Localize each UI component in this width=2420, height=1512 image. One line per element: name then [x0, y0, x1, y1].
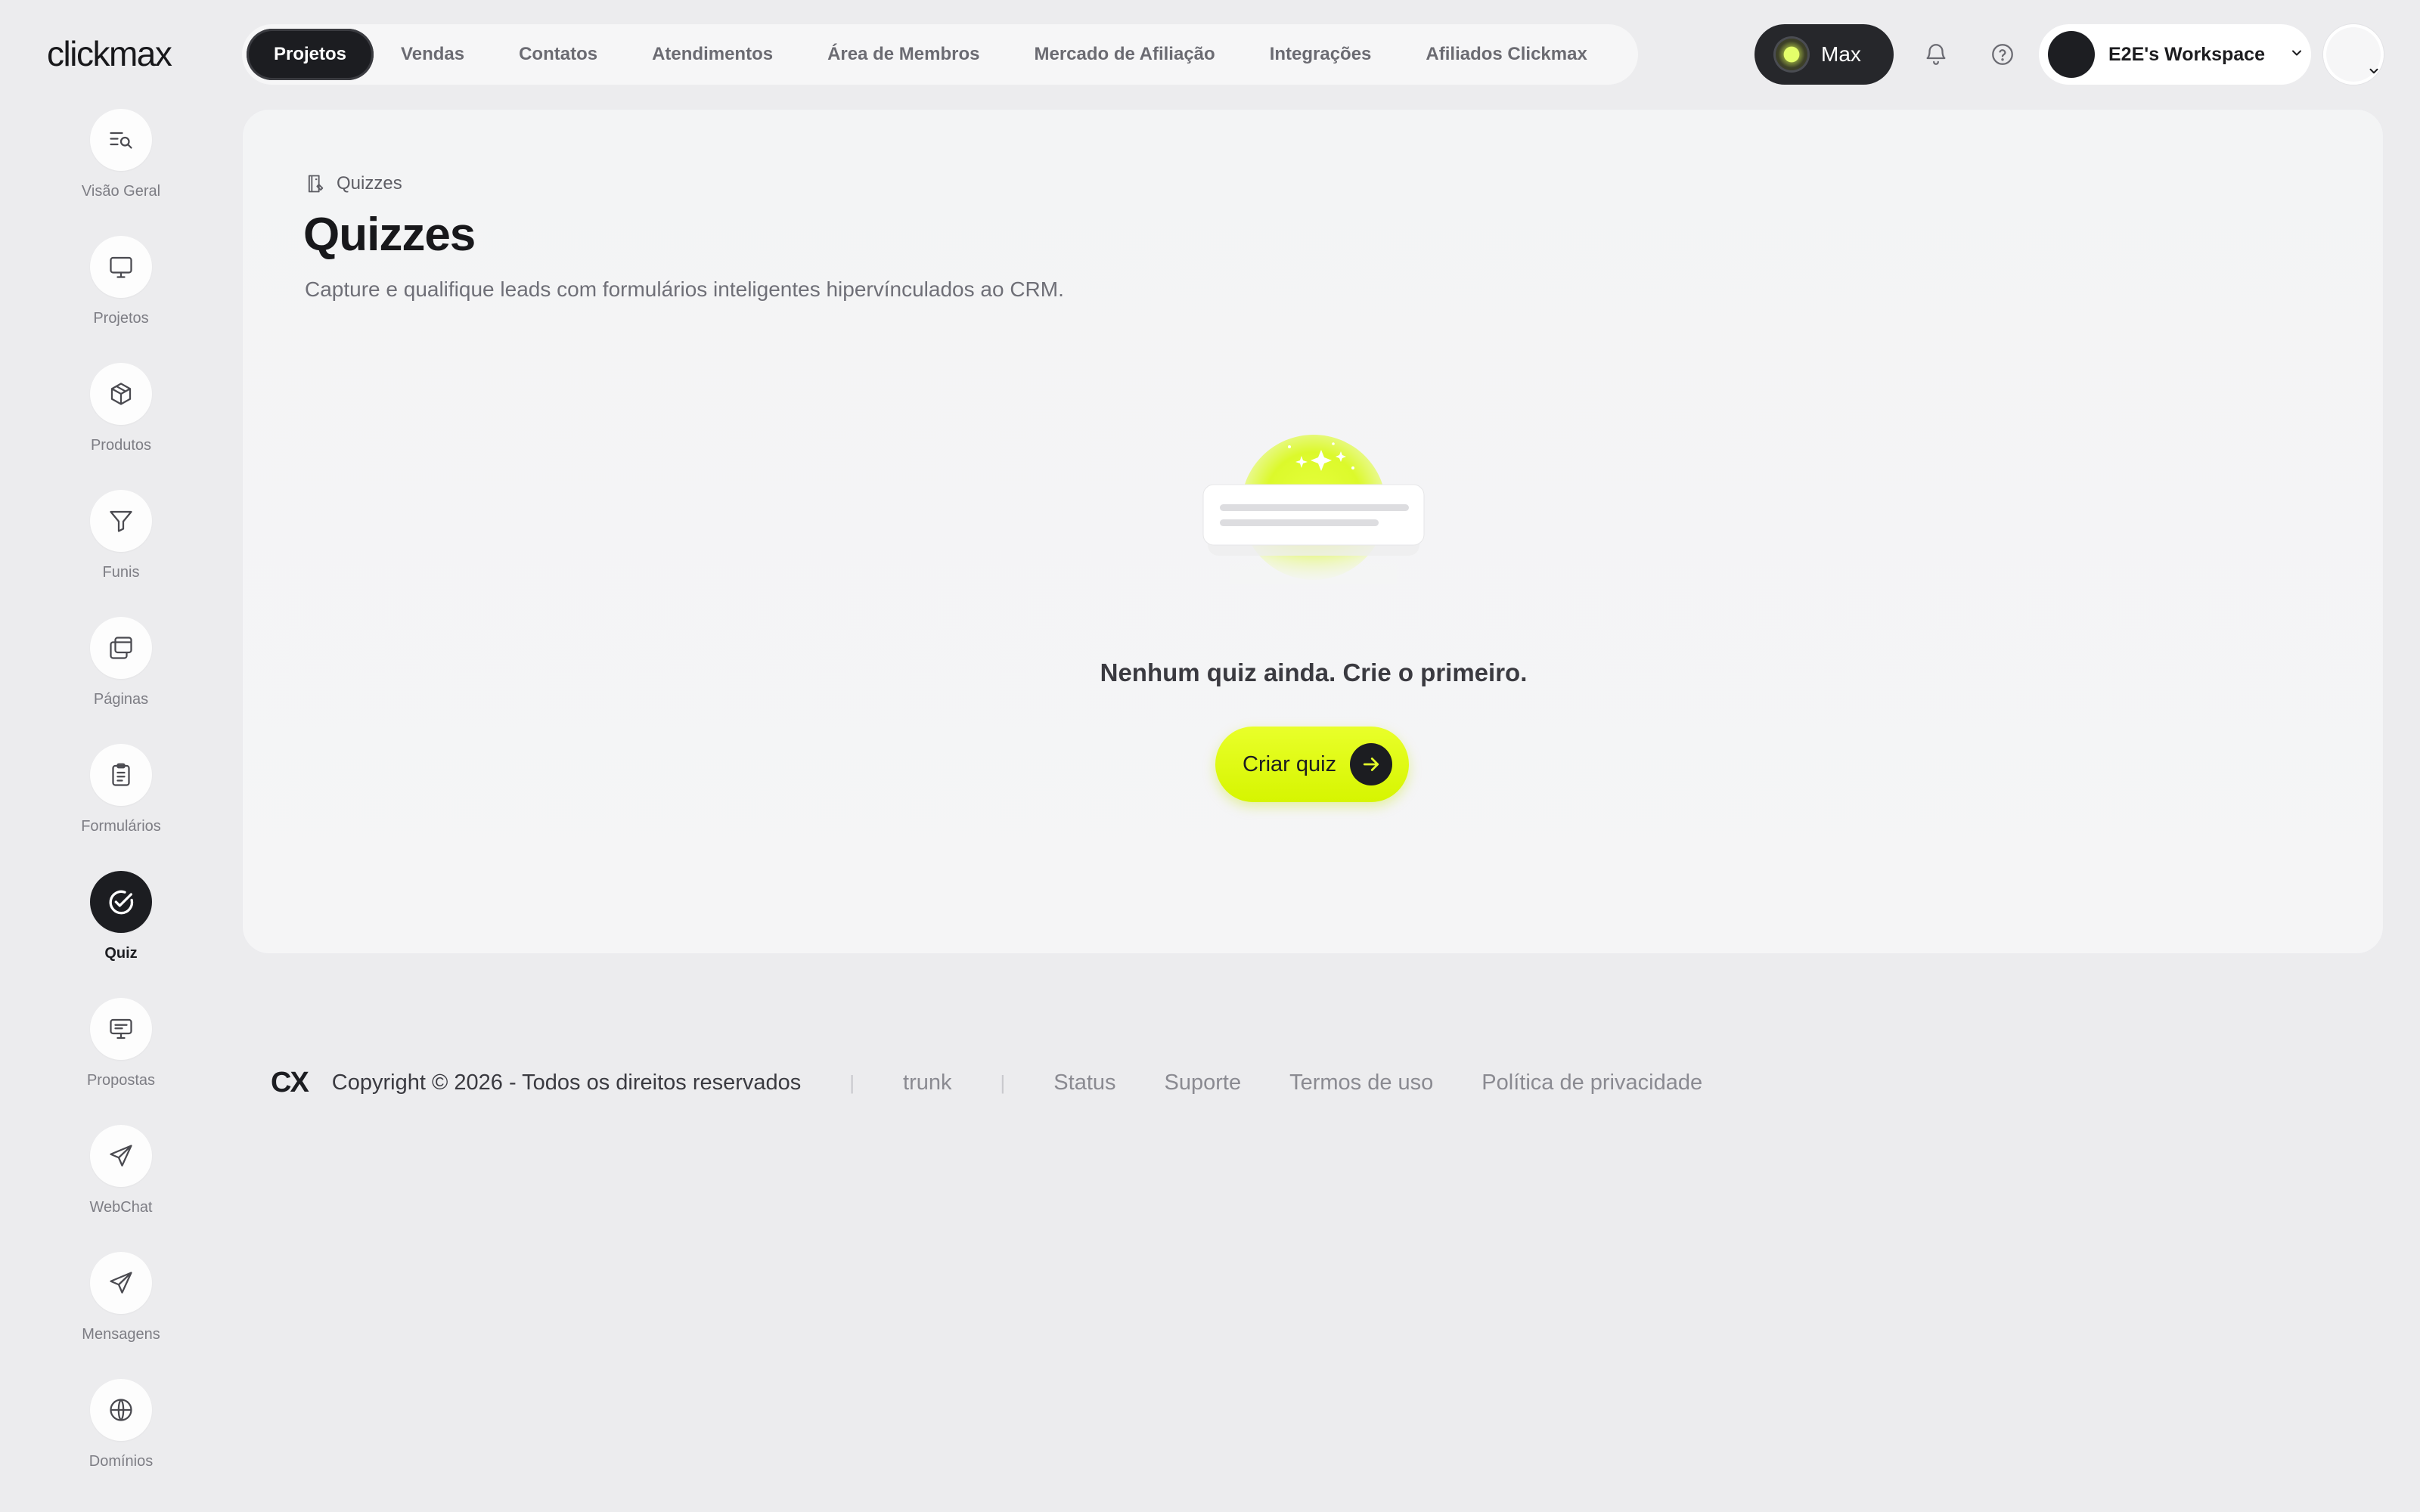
empty-state-illustration: [1200, 433, 1427, 584]
max-assistant-button[interactable]: Max: [1754, 24, 1894, 85]
sidebar-item-webchat[interactable]: WebChat: [0, 1125, 242, 1238]
sidebar-item-produtos[interactable]: Produtos: [0, 363, 242, 476]
tab-afiliados-clickmax[interactable]: Afiliados Clickmax: [1398, 29, 1614, 80]
breadcrumb: Quizzes: [305, 173, 402, 194]
footer-link-termos[interactable]: Termos de uso: [1289, 1070, 1433, 1095]
sidebar-item-label: Quiz: [104, 945, 138, 962]
sidebar-item-mensagens[interactable]: Mensagens: [0, 1252, 242, 1365]
sidebar-item-paginas[interactable]: Páginas: [0, 617, 242, 730]
page-subtitle: Capture e qualifique leads com formulári…: [305, 277, 1064, 301]
user-avatar-menu[interactable]: [2323, 24, 2384, 85]
clickmax-logo[interactable]: clickmax: [47, 33, 172, 74]
tab-mercado-de-afiliacao[interactable]: Mercado de Afiliação: [1007, 29, 1243, 80]
quizzes-card: Quizzes Quizzes Capture e qualifique lea…: [242, 109, 2384, 954]
package-icon: [90, 363, 152, 425]
footer-branch: trunk: [903, 1070, 952, 1095]
quiz-book-icon: [308, 175, 324, 193]
sidebar-item-label: Produtos: [90, 437, 152, 454]
chevron-down-icon: [2367, 64, 2381, 82]
page-title: Quizzes: [303, 209, 476, 261]
presentation-icon: [90, 998, 152, 1060]
tab-contatos[interactable]: Contatos: [492, 29, 625, 80]
tab-vendas[interactable]: Vendas: [374, 29, 492, 80]
max-orb-icon: [1776, 39, 1807, 70]
tab-projetos[interactable]: Projetos: [247, 29, 374, 80]
footer-link-suporte[interactable]: Suporte: [1165, 1070, 1242, 1095]
sidebar-item-label: Propostas: [86, 1072, 156, 1089]
sidebar-item-label: WebChat: [89, 1199, 153, 1216]
bell-icon[interactable]: [1919, 38, 1953, 71]
chevron-down-icon: [2289, 44, 2304, 66]
overview-search-icon: [90, 109, 152, 171]
arrow-right-icon: [1350, 743, 1393, 785]
monitor-icon: [90, 236, 152, 298]
tab-atendimentos[interactable]: Atendimentos: [625, 29, 800, 80]
workspace-avatar: [2048, 31, 2095, 78]
globe-icon: [90, 1379, 152, 1441]
funnel-icon: [90, 490, 152, 552]
sidebar-item-propostas[interactable]: Propostas: [0, 998, 242, 1111]
clipboard-icon: [90, 744, 152, 806]
sidebar-item-label: Visão Geral: [81, 183, 161, 200]
max-label: Max: [1821, 42, 1861, 66]
sidebar-item-projetos[interactable]: Projetos: [0, 236, 242, 349]
sidebar-item-label: Funis: [102, 564, 140, 581]
sidebar-item-label: Mensagens: [82, 1326, 160, 1343]
sidebar-item-visao-geral[interactable]: Visão Geral: [0, 109, 242, 222]
sidebar-item-label: Domínios: [88, 1453, 154, 1470]
footer-copyright: Copyright © 2026 - Todos os direitos res…: [331, 1070, 802, 1095]
empty-state-message: Nenhum quiz ainda. Crie o primeiro.: [1100, 658, 1528, 686]
sidebar-item-label: Formulários: [81, 818, 161, 835]
footer-link-privacidade[interactable]: Política de privacidade: [1481, 1070, 1702, 1095]
top-navigation: Projetos Vendas Contatos Atendimentos Ár…: [242, 24, 1638, 85]
tab-integracoes[interactable]: Integrações: [1243, 29, 1399, 80]
pages-icon: [90, 617, 152, 679]
create-quiz-label: Criar quiz: [1243, 751, 1337, 776]
sidebar-item-dominios[interactable]: Domínios: [0, 1379, 242, 1492]
footer-link-status[interactable]: Status: [1053, 1070, 1115, 1095]
workspace-label: E2E's Workspace: [2108, 43, 2265, 65]
tab-area-de-membros[interactable]: Área de Membros: [800, 29, 1007, 80]
send-icon: [90, 1125, 152, 1187]
sidebar-item-quiz[interactable]: Quiz: [0, 871, 242, 984]
sidebar-item-label: Páginas: [93, 691, 149, 708]
footer: CX Copyright © 2026 - Todos os direitos …: [271, 1064, 1751, 1101]
sidebar-item-funis[interactable]: Funis: [0, 490, 242, 603]
help-icon[interactable]: [1986, 38, 2019, 71]
footer-separator: |: [849, 1070, 855, 1094]
send-icon: [90, 1252, 152, 1314]
workspace-switcher[interactable]: E2E's Workspace: [2039, 24, 2311, 85]
sidebar-item-formularios[interactable]: Formulários: [0, 744, 242, 857]
create-quiz-button[interactable]: Criar quiz: [1215, 727, 1409, 802]
check-circle-icon: [90, 871, 152, 933]
footer-separator: |: [1000, 1070, 1006, 1094]
sidebar-item-label: Projetos: [93, 310, 149, 327]
breadcrumb-label[interactable]: Quizzes: [337, 173, 402, 194]
footer-logo: CX: [271, 1066, 309, 1098]
